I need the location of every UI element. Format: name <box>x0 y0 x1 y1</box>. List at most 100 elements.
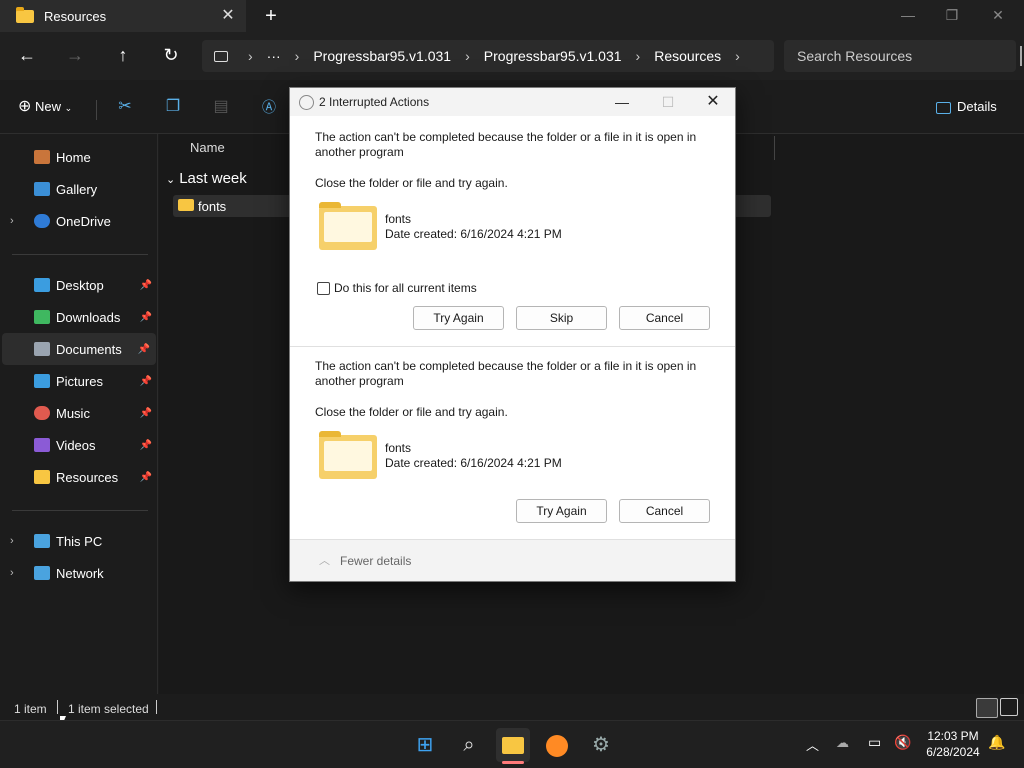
sidebar-item-downloads[interactable]: Downloads 📌 <box>0 301 158 333</box>
chevron-right-icon[interactable]: › <box>10 535 14 547</box>
more-crumbs-button[interactable]: ··· <box>267 48 281 64</box>
paste-icon[interactable]: ▤ <box>208 92 234 122</box>
sidebar-item-this-pc[interactable]: › This PC <box>0 525 158 557</box>
error-hint: Close the folder or file and try again. <box>315 176 508 190</box>
onedrive-icon[interactable]: ☁ <box>836 735 849 751</box>
new-tab-button[interactable]: + <box>260 4 282 28</box>
details-label: Details <box>957 99 997 114</box>
close-window-button[interactable]: ✕ <box>984 4 1012 26</box>
group-label: Last week <box>179 170 247 187</box>
apply-all-label[interactable]: Do this for all current items <box>334 281 477 295</box>
folder-icon <box>178 199 194 211</box>
refresh-button[interactable]: ↻ <box>156 40 186 70</box>
chevron-right-icon[interactable]: › <box>10 215 14 227</box>
copy-icon[interactable]: ❐ <box>160 92 186 122</box>
network-icon[interactable]: ▭ <box>868 734 881 751</box>
fewer-details-label: Fewer details <box>340 554 412 568</box>
notification-bell-icon[interactable]: 🔔 <box>988 734 1005 751</box>
apply-all-checkbox[interactable] <box>317 282 330 295</box>
file-info: fonts Date created: 6/16/2024 4:21 PM <box>385 212 562 242</box>
title-bar: Resources ✕ + — ❐ ✕ <box>0 0 1024 32</box>
file-explorer-taskbar-button[interactable] <box>496 728 530 762</box>
sidebar-item-label: Music <box>56 405 90 421</box>
try-again-button[interactable]: Try Again <box>516 499 607 523</box>
chevron-down-icon: ⌄ <box>166 174 176 186</box>
cut-icon[interactable]: ✂ <box>112 92 138 122</box>
forward-button[interactable]: → <box>60 40 90 70</box>
pin-icon: 📌 <box>139 407 152 419</box>
sidebar-item-label: Home <box>56 149 91 165</box>
dialog-minimize-button[interactable]: — <box>610 92 634 112</box>
tiles-view-button[interactable] <box>1000 698 1018 716</box>
address-bar[interactable]: › ··· › Progressbar95.v1.031 › Progressb… <box>202 40 774 72</box>
cancel-button[interactable]: Cancel <box>619 306 710 330</box>
breadcrumb-3[interactable]: Resources <box>654 48 721 64</box>
minimize-button[interactable]: — <box>894 4 922 26</box>
sidebar-item-label: Network <box>56 565 104 581</box>
video-icon <box>34 438 50 452</box>
chevron-up-icon[interactable]: ︿ <box>806 735 819 754</box>
search-icon[interactable]: ⌕ <box>452 728 486 762</box>
folder-icon <box>319 431 377 479</box>
restore-button[interactable]: ❐ <box>938 4 966 26</box>
item-count: 1 item <box>14 702 47 716</box>
new-button[interactable]: ⊕ New ⌄ <box>18 92 84 122</box>
skip-button[interactable]: Skip <box>516 306 607 330</box>
clock[interactable]: 12:03 PM 6/28/2024 <box>918 728 988 760</box>
sidebar-item-network[interactable]: › Network <box>0 557 158 589</box>
details-button[interactable]: Details <box>936 92 1006 122</box>
column-header-name[interactable]: Name <box>190 140 225 155</box>
sidebar-item-music[interactable]: Music 📌 <box>0 397 158 429</box>
chevron-up-icon: ︿ <box>319 555 330 567</box>
error-message: The action can't be completed because th… <box>315 359 697 388</box>
sidebar-item-desktop[interactable]: Desktop 📌 <box>0 269 158 301</box>
chevron-right-icon: › <box>735 48 740 64</box>
close-tab-button[interactable]: ✕ <box>218 6 238 26</box>
details-view-button[interactable] <box>976 698 998 718</box>
music-icon <box>34 406 50 420</box>
try-again-button[interactable]: Try Again <box>413 306 504 330</box>
sidebar-item-label: Gallery <box>56 181 98 197</box>
sidebar-item-documents[interactable]: Documents 📌 <box>2 333 156 365</box>
firefox-icon[interactable] <box>540 728 574 762</box>
sidebar-item-pictures[interactable]: Pictures 📌 <box>0 365 158 397</box>
dialog-maximize-button: ☐ <box>661 94 675 110</box>
sidebar-item-home[interactable]: Home <box>0 141 158 173</box>
settings-gear-icon[interactable]: ⚙ <box>584 728 618 762</box>
dialog-close-button[interactable]: ✕ <box>701 92 725 112</box>
home-icon <box>34 150 50 164</box>
chevron-right-icon: › <box>465 48 470 64</box>
folder-icon <box>502 737 524 755</box>
details-pane-icon <box>936 101 951 114</box>
gallery-icon <box>34 182 50 196</box>
up-button[interactable]: ↑ <box>108 40 138 70</box>
breadcrumb-1[interactable]: Progressbar95.v1.031 <box>313 48 451 64</box>
sidebar-item-videos[interactable]: Videos 📌 <box>0 429 158 461</box>
column-divider <box>774 136 775 160</box>
error-message: The action can't be completed because th… <box>315 130 697 159</box>
sidebar-item-label: This PC <box>56 533 103 549</box>
tab-resources[interactable]: Resources <box>0 0 246 32</box>
folder-icon <box>34 470 50 484</box>
pin-icon: 📌 <box>137 343 150 355</box>
start-button[interactable]: ⊞ <box>408 728 442 762</box>
chevron-right-icon[interactable]: › <box>10 567 14 579</box>
sidebar-item-label: Pictures <box>56 373 103 389</box>
desktop-icon <box>34 278 50 292</box>
group-header[interactable]: ⌄ Last week <box>166 170 247 187</box>
volume-muted-icon[interactable]: 🔇 <box>894 734 911 751</box>
rename-icon[interactable]: Ⓐ <box>256 92 282 122</box>
back-button[interactable]: ← <box>12 40 42 70</box>
sidebar-divider <box>12 254 148 255</box>
sidebar-item-gallery[interactable]: Gallery <box>0 173 158 205</box>
sidebar-item-onedrive[interactable]: › OneDrive <box>0 205 158 237</box>
file-date: Date created: 6/16/2024 4:21 PM <box>385 227 562 241</box>
chevron-right-icon: › <box>294 48 300 64</box>
chevron-right-icon: › <box>635 48 641 64</box>
breadcrumb-2[interactable]: Progressbar95.v1.031 <box>484 48 622 64</box>
file-date: Date created: 6/16/2024 4:21 PM <box>385 456 562 470</box>
fewer-details-toggle[interactable]: ︿ Fewer details <box>290 540 735 581</box>
cancel-button[interactable]: Cancel <box>619 499 710 523</box>
search-input[interactable]: Search Resources <box>784 40 1016 72</box>
sidebar-item-resources[interactable]: Resources 📌 <box>0 461 158 493</box>
